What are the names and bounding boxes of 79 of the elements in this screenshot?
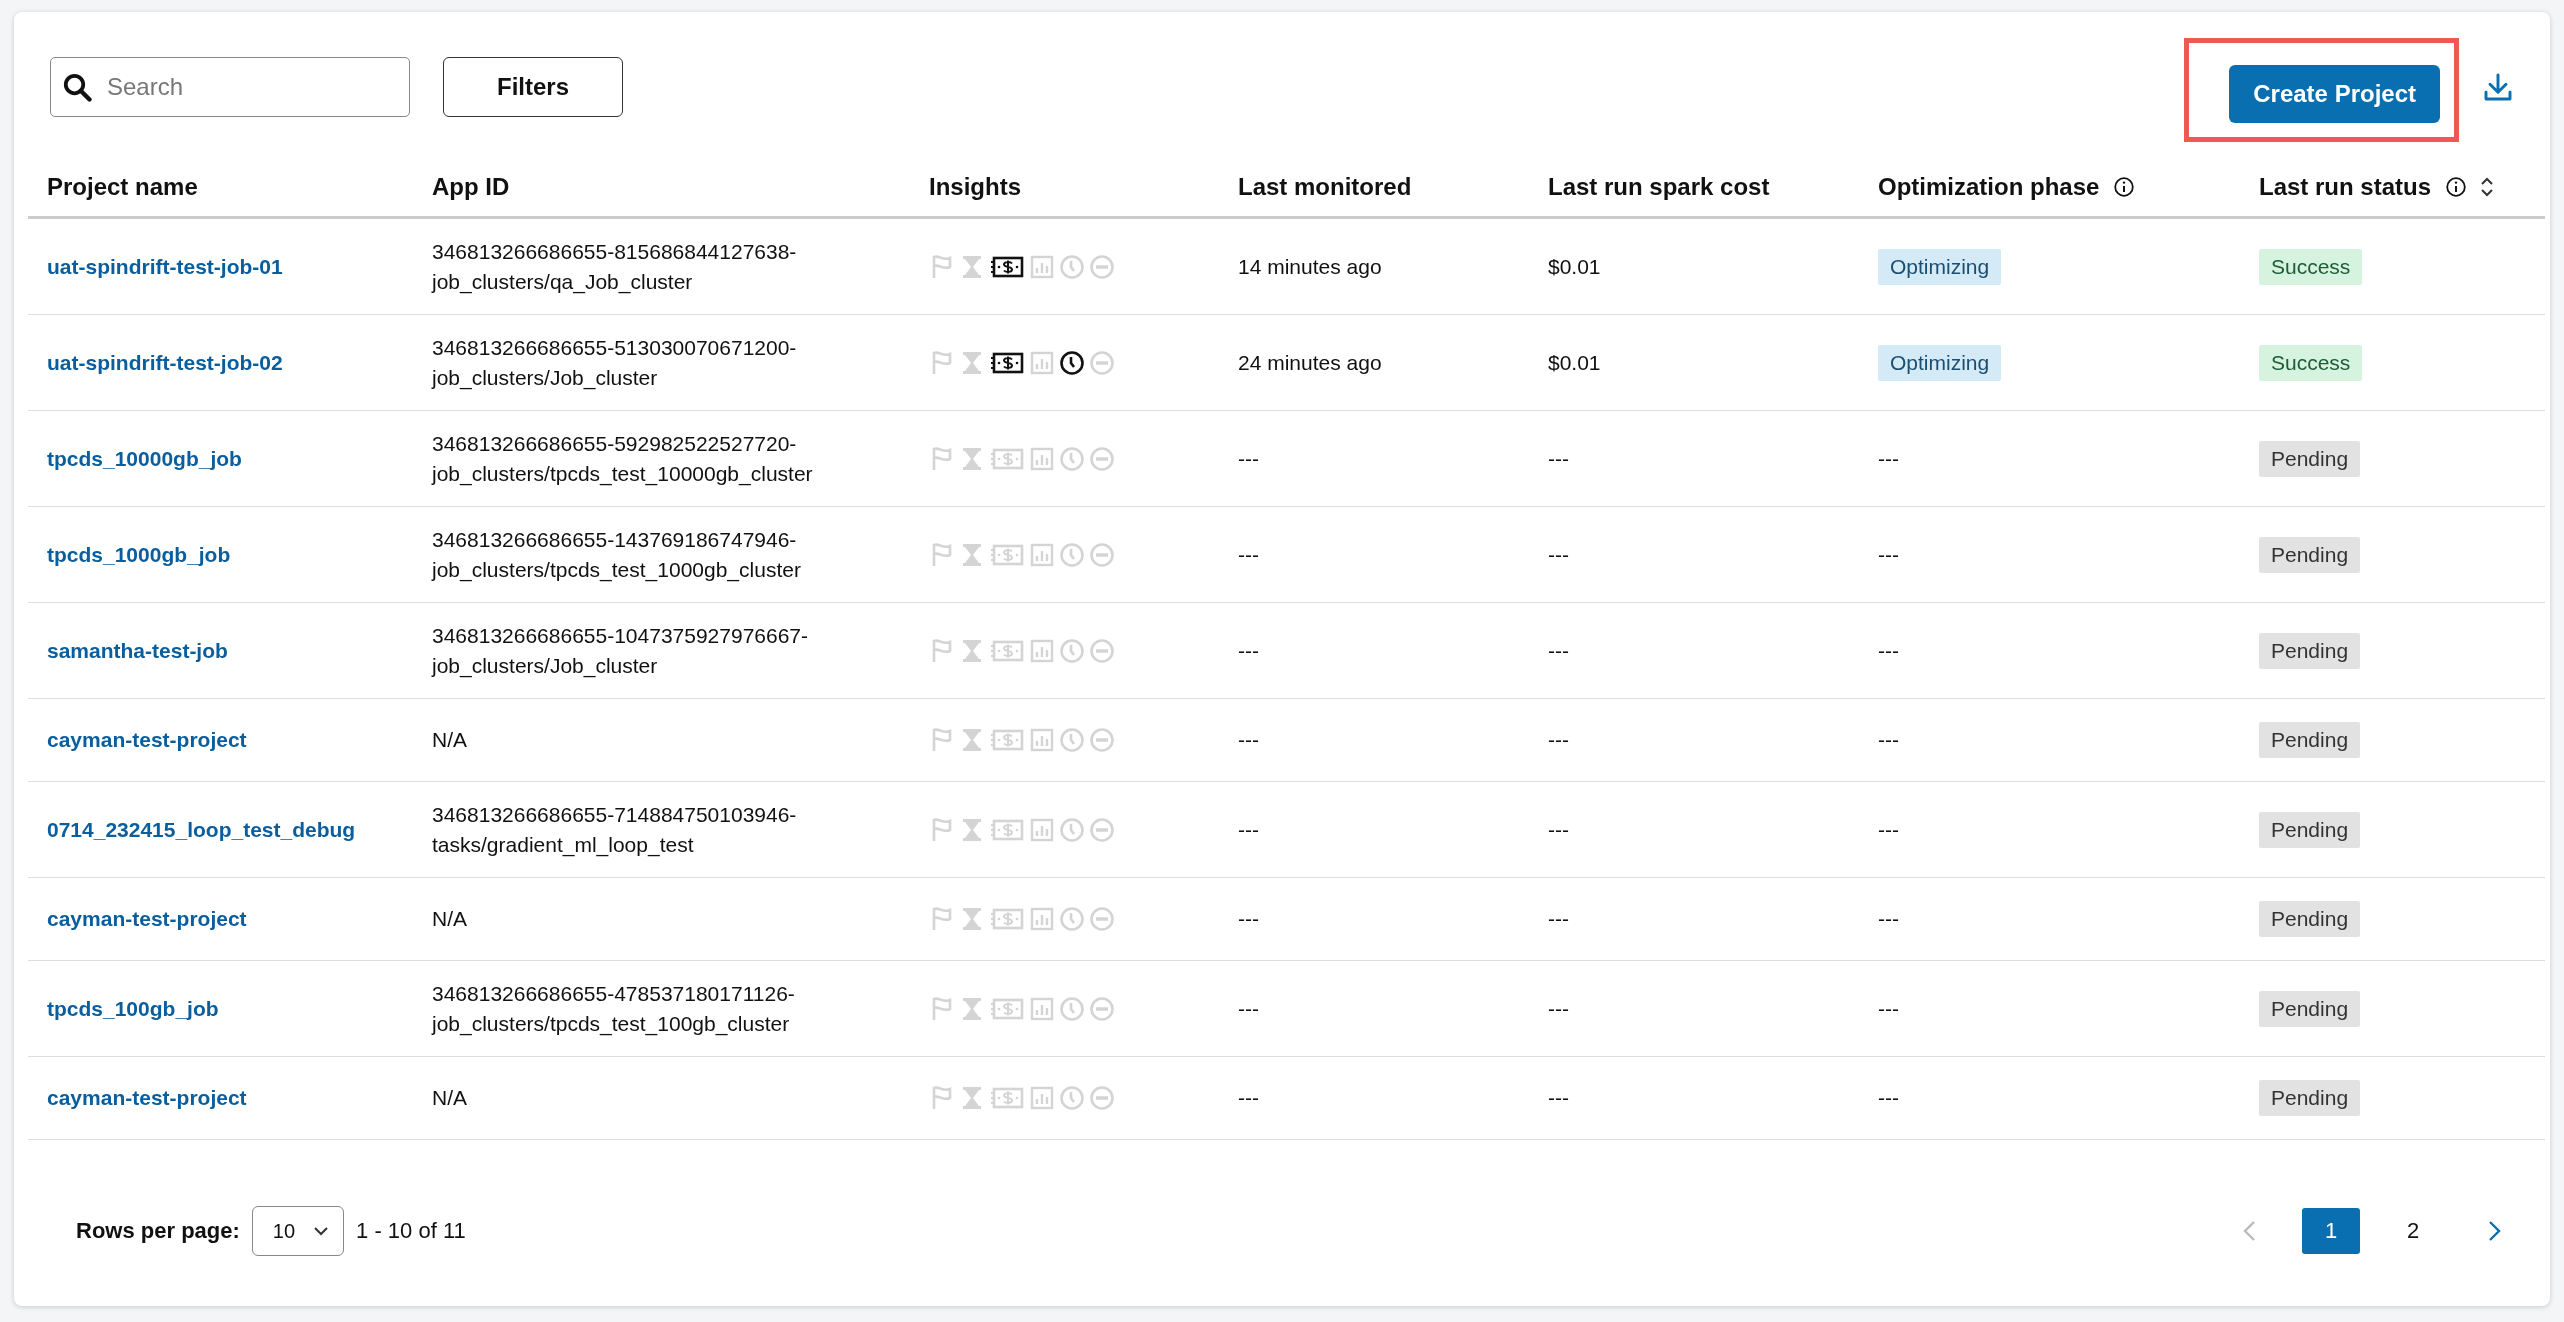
cost-text: --- — [1548, 446, 1569, 470]
project-link[interactable]: uat-spindrift-test-job-01 — [47, 254, 283, 278]
rows-per-page-label: Rows per page: — [76, 1218, 240, 1244]
project-link[interactable]: tpcds_1000gb_job — [47, 542, 231, 566]
project-link[interactable]: cayman-test-project — [47, 907, 247, 930]
last-monitored-text: --- — [1238, 542, 1259, 566]
status-badge: Pending — [2259, 990, 2361, 1027]
info-icon — [2113, 176, 2136, 198]
cost-text: --- — [1548, 817, 1569, 841]
cost-text: --- — [1548, 1086, 1569, 1109]
app-id: N/A — [432, 727, 468, 753]
last-monitored-text: --- — [1238, 907, 1259, 930]
phase-text: --- — [1878, 446, 1899, 470]
filters-button[interactable]: Filters — [443, 57, 623, 117]
app-id: 346813266686655-143769186747946- job_clusters/tpcds_test_1000gb_cluster — [432, 526, 802, 584]
last-monitored-text: --- — [1238, 817, 1259, 841]
phase-badge: Optimizing — [1878, 248, 2002, 285]
last-monitored-text: --- — [1238, 1086, 1259, 1109]
cost-text: --- — [1548, 638, 1569, 662]
phase-text: --- — [1878, 907, 1899, 930]
status-badge: Pending — [2259, 440, 2361, 477]
project-link[interactable]: tpcds_100gb_job — [47, 996, 219, 1020]
rows-per-page-select[interactable]: 10 — [251, 1206, 345, 1256]
page-range-text: 1 - 10 of 11 — [356, 1218, 466, 1244]
app-id: 346813266686655-592982522527720- job_clusters/tpcds_test_10000gb_cluster — [432, 430, 814, 488]
project-link[interactable]: samantha-test-job — [47, 638, 228, 662]
status-badge: Pending — [2259, 536, 2361, 573]
phase-text: --- — [1878, 1086, 1899, 1109]
last-monitored-text: --- — [1238, 728, 1259, 751]
status-badge: Success — [2259, 344, 2363, 381]
status-badge: Pending — [2259, 722, 2361, 758]
app-id: N/A — [432, 906, 468, 932]
app-id: 346813266686655-478537180171126- job_clusters/tpcds_test_100gb_cluster — [432, 980, 796, 1038]
info-icon — [2445, 176, 2468, 198]
phase-text: --- — [1878, 996, 1899, 1020]
project-link[interactable]: uat-spindrift-test-job-02 — [47, 350, 283, 374]
phase-text: --- — [1878, 638, 1899, 662]
column-header: Last run status — [2259, 173, 2432, 201]
phase-text: --- — [1878, 728, 1899, 751]
status-badge: Pending — [2259, 1080, 2361, 1116]
page-button[interactable]: 1 — [2302, 1208, 2360, 1254]
app-id: 346813266686655-1047375927976667- job_clusters/Job_cluster — [432, 622, 810, 680]
create-project-button[interactable]: Create Project — [2229, 65, 2440, 123]
project-link[interactable]: tpcds_10000gb_job — [47, 446, 242, 470]
status-badge: Pending — [2259, 811, 2361, 848]
cost-text: --- — [1548, 996, 1569, 1020]
project-link[interactable]: 0714_232415_loop_test_debug — [47, 817, 356, 841]
app-id: 346813266686655-714884750103946- tasks/gradient_ml_loop_test — [432, 801, 798, 859]
app-id: N/A — [432, 1085, 468, 1111]
last-monitored-text: 14 minutes ago — [1238, 254, 1382, 278]
sort-icon[interactable] — [2479, 175, 2496, 199]
phase-text: --- — [1878, 817, 1899, 841]
app-id: 346813266686655-815686844127638- job_clusters/qa_Job_cluster — [432, 238, 798, 296]
column-header: Last run spark cost — [1548, 173, 1770, 201]
status-badge: Pending — [2259, 632, 2361, 669]
project-link[interactable]: cayman-test-project — [47, 728, 247, 751]
search-icon — [62, 72, 92, 102]
cost-text: $0.01 — [1548, 350, 1601, 374]
phase-badge: Optimizing — [1878, 344, 2002, 381]
cost-text: --- — [1548, 728, 1569, 751]
app-id: 346813266686655-513030070671200- job_clusters/Job_cluster — [432, 334, 798, 392]
column-header: Optimization phase — [1878, 173, 2100, 201]
cost-text: --- — [1548, 907, 1569, 930]
phase-text: --- — [1878, 542, 1899, 566]
column-header: Project name — [47, 173, 198, 201]
cost-text: $0.01 — [1548, 254, 1601, 278]
cost-text: --- — [1548, 542, 1569, 566]
search-field[interactable]: Search — [50, 57, 410, 117]
column-header: Last monitored — [1238, 173, 1412, 201]
status-badge: Success — [2259, 248, 2363, 285]
status-badge: Pending — [2259, 901, 2361, 937]
download-icon[interactable] — [2482, 71, 2514, 103]
project-link[interactable]: cayman-test-project — [47, 1086, 247, 1109]
column-header: App ID — [432, 173, 510, 201]
last-monitored-text: --- — [1238, 996, 1259, 1020]
last-monitored-text: --- — [1238, 446, 1259, 470]
column-header: Insights — [929, 173, 1021, 201]
last-monitored-text: 24 minutes ago — [1238, 350, 1382, 374]
last-monitored-text: --- — [1238, 638, 1259, 662]
